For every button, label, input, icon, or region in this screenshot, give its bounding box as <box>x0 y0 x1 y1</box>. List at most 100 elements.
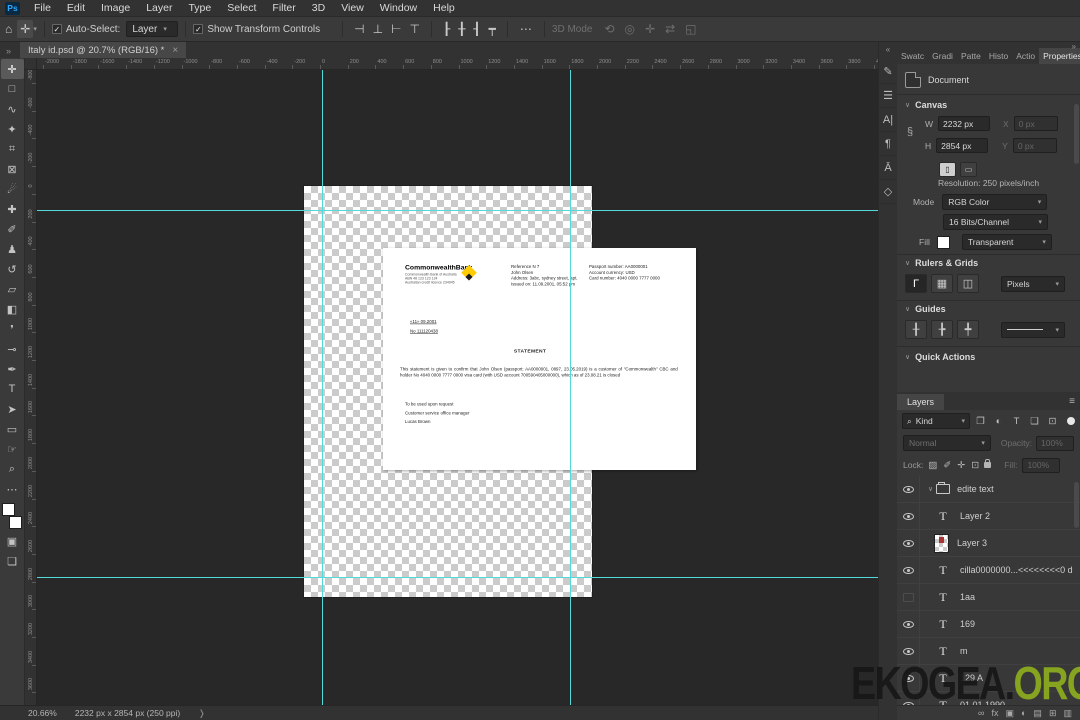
lock-artboard-icon[interactable]: ⊡ <box>971 460 979 471</box>
zoom-tool[interactable]: ⌕ <box>1 459 24 479</box>
quick-actions-section-header[interactable]: ∨ Quick Actions <box>905 352 975 362</box>
layer-visibility-toggle[interactable] <box>897 611 920 637</box>
tab-gradi[interactable]: Gradi <box>928 48 957 64</box>
dodge-tool[interactable]: ⊸ <box>1 339 24 359</box>
lock-all-icon[interactable] <box>984 459 992 468</box>
kind-filter-dropdown[interactable]: ⌕ Kind ▾ <box>902 413 970 429</box>
filter-toggle-icon[interactable] <box>1067 417 1075 425</box>
lock-transparent-icon[interactable]: ▨ <box>928 460 937 471</box>
menu-item-filter[interactable]: Filter <box>264 2 303 14</box>
horizontal-ruler[interactable]: -2000 -1800 -1600 -1400 -1200 -1000 -800 -600 -4… <box>37 58 878 70</box>
photoshop-logo-icon[interactable]: Ps <box>5 1 20 15</box>
menu-item-window[interactable]: Window <box>372 2 425 14</box>
fill-swatch[interactable] <box>936 235 950 249</box>
glyphs-panel-icon[interactable]: Ā <box>878 156 898 180</box>
guide-horizontal-1[interactable] <box>37 210 878 211</box>
layer-row[interactable]: Layer 3 <box>897 530 1080 557</box>
eyedropper-tool[interactable]: ☄ <box>1 179 24 199</box>
distribute-right-icon[interactable]: ┨ <box>473 22 480 36</box>
expand-panels-icon[interactable]: « <box>886 45 890 54</box>
3d-orbit-icon[interactable]: ⟲ <box>604 22 614 36</box>
layer-visibility-toggle[interactable] <box>897 503 920 529</box>
canvas-section-header[interactable]: ∨ Canvas <box>905 100 947 110</box>
distribute-left-icon[interactable]: ┠ <box>443 22 450 36</box>
clone-stamp-tool[interactable]: ♟ <box>1 239 24 259</box>
pen-tool[interactable]: ✒ <box>1 359 24 379</box>
pixel-grid-icon[interactable]: ◫ <box>957 274 979 293</box>
blur-tool[interactable]: ❜ <box>1 319 24 339</box>
character-panel-icon[interactable]: A| <box>878 108 898 132</box>
distribute-center-icon[interactable]: ╂ <box>458 22 465 36</box>
fill-dropdown[interactable]: Transparent ▾ <box>961 234 1052 250</box>
guide-style-dropdown[interactable]: ▾ <box>1001 321 1065 338</box>
height-field[interactable]: 2854 px <box>936 138 989 153</box>
object-selection-tool[interactable]: ✦ <box>1 119 24 139</box>
filter-pixel-layers-icon[interactable]: ❒ <box>973 414 988 429</box>
auto-select-dropdown[interactable]: Layer ▾ <box>126 21 179 37</box>
tool-preset-chevron-icon[interactable]: ▾ <box>33 25 37 33</box>
quick-mask-button[interactable]: ▣ <box>1 531 24 551</box>
layers-panel-menu-icon[interactable]: ≡ <box>1064 393 1080 410</box>
hand-tool[interactable]: ☞ <box>1 439 24 459</box>
adjustments-icon[interactable]: ☰ <box>878 84 898 108</box>
lock-position-icon[interactable]: ✛ <box>957 460 965 471</box>
tab-histo[interactable]: Histo <box>985 48 1012 64</box>
menu-item-file[interactable]: File <box>26 2 59 14</box>
lock-image-icon[interactable]: ✐ <box>943 460 951 471</box>
rulers-grids-section-header[interactable]: ∨ Rulers & Grids <box>905 258 978 268</box>
move-tool-preset-icon[interactable]: ✛ <box>17 20 34 38</box>
layers-scrollbar[interactable] <box>1074 482 1079 528</box>
filter-adjustment-layers-icon[interactable]: ◐ <box>991 414 1006 429</box>
tab-layers[interactable]: Layers <box>897 394 945 410</box>
menu-item-select[interactable]: Select <box>219 2 264 14</box>
vertical-ruler[interactable]: -800 -600 -400 -200 0 200 400 600 800 1000 1200 140… <box>25 70 37 705</box>
clear-guides-icon[interactable]: ╇ <box>957 320 979 339</box>
foreground-color-swatch[interactable] <box>2 503 15 516</box>
layer-row[interactable]: T Layer 2 <box>897 503 1080 530</box>
distribute-top-icon[interactable]: ┯ <box>489 22 496 36</box>
grid-icon[interactable]: ▦ <box>931 274 953 293</box>
menu-item-3d[interactable]: 3D <box>304 2 333 14</box>
auto-select-checkbox[interactable]: ✓ <box>51 24 62 34</box>
menu-item-image[interactable]: Image <box>93 2 138 14</box>
menu-item-help[interactable]: Help <box>425 2 463 14</box>
new-guide-icon[interactable]: ╂ <box>905 320 927 339</box>
align-top-icon[interactable]: ⊤ <box>410 22 420 36</box>
tab-actio[interactable]: Actio <box>1012 48 1039 64</box>
blend-mode-dropdown[interactable]: Normal ▾ <box>903 435 991 451</box>
history-brush-tool[interactable]: ↺ <box>1 259 24 279</box>
tab-patte[interactable]: Patte <box>957 48 985 64</box>
statement-document-page[interactable]: CommonwealthBank Commonwealth Bank of Au… <box>383 248 696 470</box>
3d-pan-icon[interactable]: ✛ <box>645 22 655 36</box>
layer-row[interactable]: T 169 <box>897 611 1080 638</box>
properties-scrollbar[interactable] <box>1074 104 1079 164</box>
zoom-level[interactable]: 20.66% <box>28 708 57 718</box>
ruler-corner-icon[interactable]: Γ <box>905 274 927 293</box>
ruler-origin-corner[interactable] <box>25 58 37 70</box>
status-chevron-icon[interactable]: ❭ <box>198 708 205 719</box>
layer-row[interactable]: Tcilla0000000...<<<<<<<<0 d <box>897 557 1080 584</box>
units-dropdown[interactable]: Pixels ▾ <box>1001 275 1065 292</box>
healing-brush-tool[interactable]: ✚ <box>1 199 24 219</box>
rectangle-tool[interactable]: ▭ <box>1 419 24 439</box>
menu-item-edit[interactable]: Edit <box>59 2 93 14</box>
color-mode-dropdown[interactable]: RGB Color ▾ <box>942 194 1048 210</box>
home-icon[interactable]: ⌂ <box>0 22 17 36</box>
layer-visibility-toggle[interactable] <box>897 557 920 583</box>
document-tab[interactable]: Italy id.psd @ 20.7% (RGB/16) * × <box>20 42 187 58</box>
brush-settings-icon[interactable]: ✎ <box>878 60 898 84</box>
crop-tool[interactable]: ⌗ <box>1 139 24 159</box>
3d-slide-icon[interactable]: ⇄ <box>665 22 675 36</box>
tab-swatc[interactable]: Swatc <box>897 48 928 64</box>
landscape-orientation-button[interactable]: ▭ <box>960 162 977 177</box>
eraser-tool[interactable]: ▱ <box>1 279 24 299</box>
lasso-tool[interactable]: ∿ <box>1 99 24 119</box>
move-tool[interactable]: ✛ <box>0 59 24 79</box>
layer-row[interactable]: T 1aa <box>897 584 1080 611</box>
guides-section-header[interactable]: ∨ Guides <box>905 304 946 314</box>
width-field[interactable]: 2232 px <box>938 116 991 131</box>
tab-overflow-icon[interactable]: » <box>0 46 20 58</box>
filter-smart-objects-icon[interactable]: ⊡ <box>1045 414 1060 429</box>
more-options-icon[interactable]: ⋯ <box>515 22 537 36</box>
guide-horizontal-2[interactable] <box>37 577 878 578</box>
